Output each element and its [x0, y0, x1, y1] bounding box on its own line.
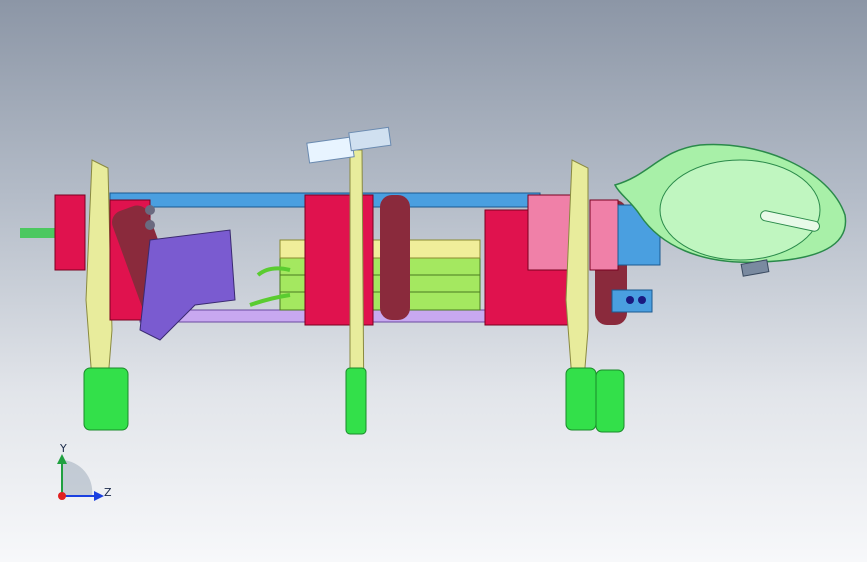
- tail-rod: [20, 228, 60, 238]
- robot-model[interactable]: [0, 0, 867, 562]
- middle-foot: [345, 367, 367, 435]
- z-axis-label: Z: [104, 486, 112, 499]
- front-servo-2: [589, 199, 619, 271]
- sensor-bracket: [306, 126, 392, 164]
- front-servo-top: [527, 194, 574, 271]
- head-face: [659, 159, 821, 261]
- y-axis-label: Y: [60, 442, 67, 455]
- rear-foot: [83, 367, 129, 431]
- cad-viewport[interactable]: Y Z: [0, 0, 867, 562]
- front-foot-2: [595, 369, 625, 433]
- front-leg-1: [565, 159, 589, 381]
- front-foot-1: [565, 367, 597, 431]
- middle-link: [380, 195, 410, 320]
- rear-servo: [54, 194, 86, 271]
- rear-leg: [85, 159, 113, 381]
- rear-bracket: [139, 229, 236, 341]
- coordinate-triad-icon: [57, 454, 104, 501]
